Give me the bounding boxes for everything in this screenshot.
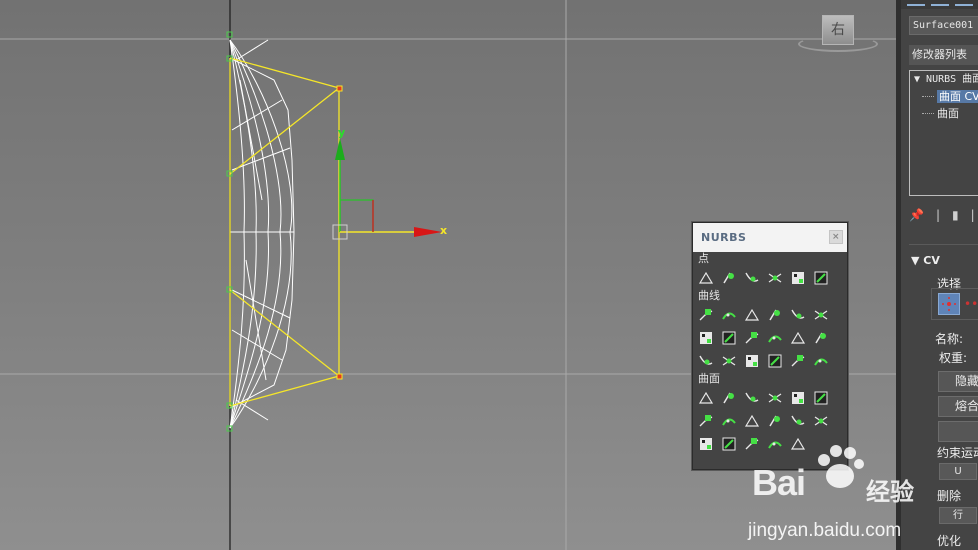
refine-label: 优化 xyxy=(937,534,962,548)
nurbs-toolbox[interactable]: NURBS × 点曲线曲面 xyxy=(692,222,848,470)
weight-label: 权重: xyxy=(939,351,968,365)
cv-surface-icon[interactable] xyxy=(698,390,714,406)
expand-arrow-icon[interactable]: ▼ xyxy=(914,74,926,85)
point-curve-icon[interactable] xyxy=(721,307,737,323)
viewcube[interactable]: 右 xyxy=(822,15,854,45)
u-loft-surface-icon[interactable] xyxy=(790,413,806,429)
move-gizmo xyxy=(332,138,442,240)
nurbs-tool-row xyxy=(693,409,847,432)
modifier-list-dropdown[interactable]: 修改器列表 xyxy=(909,45,978,65)
2-rail-sweep-icon[interactable] xyxy=(721,436,737,452)
offset-curve-icon[interactable] xyxy=(813,307,829,323)
nurbs-toolbox-titlebar[interactable]: NURBS × xyxy=(693,223,847,252)
tab-create[interactable] xyxy=(907,0,925,6)
pin-stack-icon[interactable]: 📌 xyxy=(909,208,924,222)
hide-button[interactable]: 隐藏 xyxy=(938,371,978,392)
blend-surface-icon[interactable] xyxy=(767,390,783,406)
surface-intersect-curve-icon[interactable] xyxy=(767,330,783,346)
uv-loft-surface-icon[interactable] xyxy=(813,413,829,429)
point-surface-icon[interactable] xyxy=(721,390,737,406)
point-icon[interactable] xyxy=(698,270,714,286)
fit-curve-icon[interactable] xyxy=(744,307,760,323)
surface-curve-point-icon[interactable] xyxy=(813,270,829,286)
command-panel-tabs[interactable] xyxy=(901,0,978,9)
surface-offset-curve-icon[interactable] xyxy=(790,353,806,369)
stack-item-surface-cv[interactable]: 曲面 CV xyxy=(910,88,978,105)
u-constraint-button[interactable]: U xyxy=(939,463,977,480)
extrude-surface-icon[interactable] xyxy=(698,413,714,429)
mirror-curve-icon[interactable] xyxy=(698,330,714,346)
stack-item-surface[interactable]: 曲面 xyxy=(910,105,978,122)
delete-row-button[interactable]: 行 xyxy=(939,507,977,524)
1-rail-sweep-icon[interactable] xyxy=(698,436,714,452)
offset-surface-icon[interactable] xyxy=(790,390,806,406)
normal-projected-curve-icon[interactable] xyxy=(698,353,714,369)
fillet-curve-icon[interactable] xyxy=(744,330,760,346)
ruled-surface-icon[interactable] xyxy=(744,413,760,429)
transform-surface-icon[interactable] xyxy=(744,390,760,406)
curve-curve-point-icon[interactable] xyxy=(767,270,783,286)
stack-item-label: 曲面 CV xyxy=(937,90,978,103)
mirror-surface-icon[interactable] xyxy=(813,390,829,406)
multicurve-trim-icon[interactable] xyxy=(767,436,783,452)
collapse-arrow-icon: ▼ xyxy=(911,254,924,267)
divider xyxy=(909,244,978,245)
point-curve-on-surface-icon[interactable] xyxy=(767,353,783,369)
axis-x-label: x xyxy=(440,224,447,237)
separator: | xyxy=(970,208,975,222)
show-end-result-icon[interactable]: ▮ xyxy=(952,208,959,222)
nurbs-section-label: 点 xyxy=(698,252,709,265)
empty xyxy=(813,436,829,452)
v-iso-curve-icon[interactable] xyxy=(813,330,829,346)
nurbs-tool-row xyxy=(693,386,847,409)
stack-toolbar: 📌 | ▮ | xyxy=(909,205,975,225)
cap-surface-icon[interactable] xyxy=(767,413,783,429)
cv-row-select-icon[interactable]: ••• xyxy=(964,297,978,311)
chamfer-curve-icon[interactable] xyxy=(721,330,737,346)
refine-action-button[interactable] xyxy=(938,421,978,442)
surface-wireframe xyxy=(229,39,295,429)
nurbs-toolbox-title: NURBS xyxy=(701,231,747,244)
surface-edge-curve-icon[interactable] xyxy=(813,353,829,369)
stack-root-label: NURBS 曲面 xyxy=(926,74,978,85)
fuse-button[interactable]: 熔合 xyxy=(938,396,978,417)
close-icon[interactable]: × xyxy=(829,230,843,244)
tab-modify[interactable] xyxy=(931,0,949,6)
nurbs-section-label: 曲面 xyxy=(698,372,720,385)
delete-label: 删除 xyxy=(937,489,962,503)
vector-projected-curve-icon[interactable] xyxy=(721,353,737,369)
transform-curve-icon[interactable] xyxy=(767,307,783,323)
lathe-surface-icon[interactable] xyxy=(721,413,737,429)
nurbs-tool-row xyxy=(693,303,847,326)
rollout-cv[interactable]: ▼ CV xyxy=(911,254,940,267)
name-label: 名称: xyxy=(935,332,964,346)
offset-point-icon[interactable] xyxy=(721,270,737,286)
object-name-field[interactable]: Surface001 xyxy=(909,16,978,35)
nurbs-tool-row xyxy=(693,266,847,289)
u-iso-curve-icon[interactable] xyxy=(790,330,806,346)
curve-point-icon[interactable] xyxy=(744,270,760,286)
nurbs-tool-row xyxy=(693,349,847,372)
command-panel: Surface001 修改器列表 ▼ NURBS 曲面 曲面 CV 曲面 📌 |… xyxy=(896,0,978,550)
stack-item-label: 曲面 xyxy=(937,107,959,120)
surface-point-icon[interactable] xyxy=(790,270,806,286)
axis-y-label: y xyxy=(338,126,345,139)
rollout-title: CV xyxy=(923,254,940,267)
separator: | xyxy=(935,208,940,222)
constraint-label: 约束运动 xyxy=(937,446,978,460)
blend-curve-icon[interactable] xyxy=(790,307,806,323)
nurbs-toolbox-body: 点曲线 曲面 xyxy=(693,252,847,455)
nurbs-section-label: 曲线 xyxy=(698,289,720,302)
tab-hierarchy[interactable] xyxy=(955,0,973,6)
modifier-stack[interactable]: ▼ NURBS 曲面 曲面 CV 曲面 xyxy=(909,70,978,196)
nurbs-tool-row xyxy=(693,326,847,349)
cv-select-icon xyxy=(942,297,956,311)
fillet-surface-icon[interactable] xyxy=(790,436,806,452)
stack-item-nurbs-surface[interactable]: ▼ NURBS 曲面 xyxy=(910,71,978,88)
nurbs-tool-row xyxy=(693,432,847,455)
cv-select-button[interactable] xyxy=(938,293,960,315)
cv-curve-icon[interactable] xyxy=(698,307,714,323)
cv-curve-on-surface-icon[interactable] xyxy=(744,353,760,369)
multisided-blend-icon[interactable] xyxy=(744,436,760,452)
